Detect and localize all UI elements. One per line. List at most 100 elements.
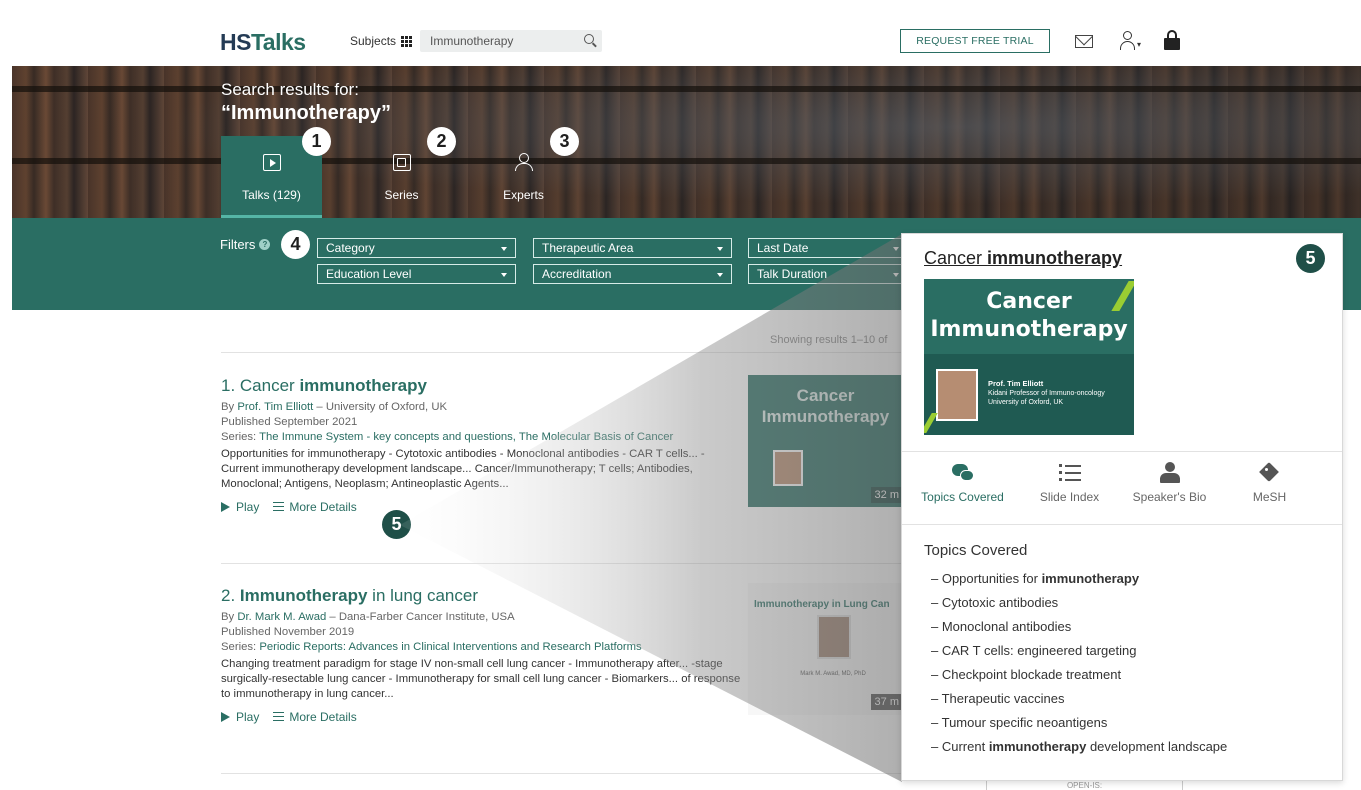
mail-icon[interactable]: [1075, 35, 1093, 48]
more-details-button[interactable]: More Details: [273, 500, 357, 515]
list-item: – Monoclonal antibodies: [931, 619, 1072, 634]
list-item: – Cytotoxic antibodies: [931, 595, 1059, 610]
list-item: – Opportunities for immunotherapy: [931, 571, 1140, 586]
more-details-button[interactable]: More Details: [273, 710, 357, 725]
result-item: 2. Immunotherapy in lung cancer By Dr. M…: [221, 586, 741, 725]
result-thumbnail[interactable]: Cancer Immunotherapy 32 m: [748, 375, 903, 507]
author-link[interactable]: Prof. Tim Elliott: [237, 401, 313, 413]
chevron-down-icon: ▾: [1137, 40, 1142, 49]
result-series: Series: Periodic Reports: Advances in Cl…: [221, 641, 642, 653]
expert-icon: [514, 153, 533, 171]
section-title: Topics Covered: [924, 542, 1028, 559]
grid-icon: [401, 35, 413, 47]
filters-label: Filters ?: [220, 237, 271, 252]
list-item: – Checkpoint blockade treatment: [931, 667, 1122, 682]
result-author-line: By Prof. Tim Elliott – University of Oxf…: [221, 401, 448, 413]
category-dropdown[interactable]: Category: [317, 238, 516, 258]
duration-badge: 32 m: [870, 487, 903, 503]
last-date-dropdown[interactable]: Last Date: [748, 238, 908, 258]
lock-icon[interactable]: [1164, 30, 1180, 50]
result-description: Changing treatment paradigm for stage IV…: [221, 658, 741, 700]
result-title[interactable]: 1. Cancer immunotherapy: [221, 376, 741, 396]
tab-experts-label: Experts: [503, 188, 544, 202]
result-item: 1. Cancer immunotherapy By Prof. Tim Ell…: [221, 376, 741, 515]
popup-thumbnail[interactable]: Cancer Immunotherapy Prof. Tim Elliott Ki…: [924, 279, 1134, 435]
tab-topics-covered[interactable]: Topics Covered: [910, 462, 1015, 504]
speaker-photo: [817, 615, 851, 659]
search-query: “Immunotherapy”: [221, 102, 392, 124]
speaker-photo: [773, 450, 803, 486]
menu-icon: [273, 712, 285, 721]
results-count: Showing results 1–10 of: [770, 334, 888, 346]
callout-badge-4: 4: [281, 230, 310, 259]
results-heading: Search results for:: [221, 80, 359, 99]
tab-slide-index[interactable]: Slide Index: [1017, 462, 1122, 504]
result-actions: Play More Details: [221, 710, 741, 725]
topics-list: – Opportunities for immunotherapy – Cyto…: [924, 567, 1324, 759]
series-link[interactable]: Periodic Reports: Advances in Clinical I…: [259, 641, 641, 653]
result-thumbnail[interactable]: Immunotherapy in Lung Can Mark M. Awad, …: [748, 583, 903, 715]
subjects-label: Subjects: [350, 34, 397, 48]
play-button[interactable]: Play: [221, 500, 259, 515]
accreditation-dropdown[interactable]: Accreditation: [533, 264, 732, 284]
series-icon: [392, 154, 411, 171]
therapeutic-area-dropdown[interactable]: Therapeutic Area: [533, 238, 732, 258]
result-published: Published September 2021: [221, 416, 358, 428]
list-icon: [1058, 462, 1081, 484]
tab-series-label: Series: [384, 188, 419, 202]
search-icon[interactable]: [584, 34, 594, 44]
duration-badge: 37 m: [870, 694, 903, 710]
logo-hs: HS: [220, 29, 251, 55]
result-actions: Play More Details: [221, 500, 741, 515]
play-icon: [221, 712, 230, 722]
chat-icon: [951, 462, 974, 484]
list-item: – Therapeutic vaccines: [931, 691, 1065, 706]
tag-icon: [1258, 462, 1281, 484]
popup-title[interactable]: Cancer immunotherapy: [924, 248, 1122, 269]
list-item: – CAR T cells: engineered targeting: [931, 643, 1137, 658]
result-series: Series: The Immune System - key concepts…: [221, 431, 674, 443]
divider: [221, 563, 911, 564]
list-item: – Tumour specific neoantigens: [931, 715, 1108, 730]
user-icon[interactable]: ▾: [1120, 30, 1142, 52]
callout-badge-1: 1: [302, 127, 331, 156]
play-icon: [262, 154, 281, 171]
details-popup: Cancer immunotherapy Cancer Immunotherap…: [901, 233, 1343, 781]
request-trial-button[interactable]: REQUEST FREE TRIAL: [900, 29, 1050, 53]
result-description: Opportunities for immunotherapy - Cytoto…: [221, 448, 705, 490]
callout-badge-3: 3: [550, 127, 579, 156]
education-level-dropdown[interactable]: Education Level: [317, 264, 516, 284]
help-icon[interactable]: ?: [259, 239, 271, 250]
top-bar: HSTalks Subjects REQUEST FREE TRIAL ▾: [12, 12, 1361, 66]
person-icon: [1159, 462, 1181, 484]
subjects-menu[interactable]: Subjects: [350, 34, 413, 48]
divider: [221, 773, 911, 774]
tab-speakers-bio[interactable]: Speaker's Bio: [1117, 462, 1222, 504]
play-button[interactable]: Play: [221, 710, 259, 725]
result-author-line: By Dr. Mark M. Awad – Dana-Farber Cancer…: [221, 611, 515, 623]
play-icon: [221, 502, 230, 512]
speaker-caption: Prof. Tim Elliott Kidani Professor of Imm…: [988, 379, 1105, 406]
menu-icon: [273, 502, 285, 511]
side-panel-fragment: OPEN-IS:: [986, 781, 1183, 790]
hero-banner: Search results for: “Immunotherapy” Talk…: [12, 66, 1361, 218]
search-box: [420, 30, 602, 52]
result-published: Published November 2019: [221, 626, 355, 638]
divider: [221, 352, 911, 353]
list-item: – Current immunotherapy development land…: [931, 739, 1228, 754]
search-input[interactable]: [420, 30, 570, 52]
result-title[interactable]: 2. Immunotherapy in lung cancer: [221, 586, 741, 606]
callout-badge-5: 5: [382, 510, 411, 539]
topics-section: Topics Covered – Opportunities for immun…: [924, 542, 1324, 759]
logo-talks: Talks: [250, 29, 306, 55]
callout-badge-2: 2: [427, 127, 456, 156]
logo[interactable]: HSTalks: [220, 29, 306, 56]
callout-badge-5: 5: [1296, 244, 1325, 273]
talk-duration-dropdown[interactable]: Talk Duration: [748, 264, 908, 284]
tab-mesh[interactable]: MeSH: [1217, 462, 1322, 504]
author-link[interactable]: Dr. Mark M. Awad: [237, 611, 326, 623]
speaker-photo: [936, 369, 978, 421]
series-link[interactable]: The Immune System - key concepts and que…: [259, 431, 673, 443]
tab-talks-label: Talks (129): [242, 188, 301, 202]
page: HSTalks Subjects REQUEST FREE TRIAL ▾ Se…: [0, 0, 1361, 790]
